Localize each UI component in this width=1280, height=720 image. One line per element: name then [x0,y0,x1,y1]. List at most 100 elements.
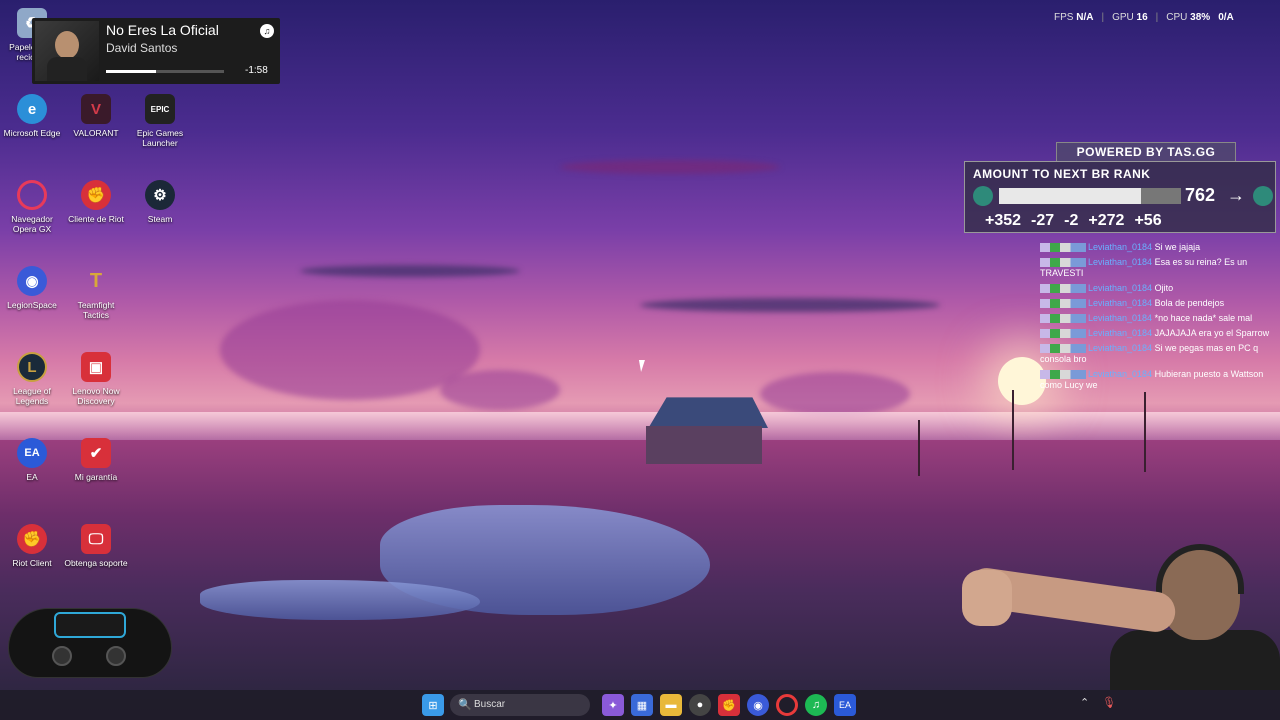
cloud [640,298,940,312]
powered-by-label: POWERED BY TAS.GG [1056,142,1236,162]
desktop-icon-opera-gx[interactable]: Navegador Opera GX [0,178,64,258]
chat-badges-icon [1040,314,1086,324]
pole [1012,390,1014,470]
rank-delta: +56 [1134,212,1162,229]
riot-icon[interactable]: ✊ [718,694,740,716]
track-artist: David Santos [106,41,178,55]
chat-username: Leviathan_0184 [1088,257,1153,267]
opera-icon[interactable] [776,694,798,716]
desktop-icon-riot-client-2[interactable]: ✊ Riot Client [0,522,64,602]
fps-value: N/A [1076,12,1094,23]
file-explorer-icon[interactable]: ▬ [660,694,682,716]
chat-username: Leviathan_0184 [1088,343,1153,353]
desktop-icon-riot-client[interactable]: ✊ Cliente de Riot [64,178,128,258]
chat-username: Leviathan_0184 [1088,328,1153,338]
rank-progress-bar [999,188,1181,204]
chat-overlay: Leviathan_0184 Si we jajaja Leviathan_01… [1040,242,1276,395]
desktop-icon-ea[interactable]: EA EA [0,436,64,516]
lol-icon: L [17,352,47,382]
headset-icon [1156,544,1244,594]
riot-client-icon: ✊ [17,524,47,554]
desktop-icon-valorant[interactable]: V VALORANT [64,92,128,172]
chat-text: Si we jajaja [1154,242,1201,252]
support-icon: 🖵 [81,524,111,554]
chat-message: Leviathan_0184 Si we jajaja [1040,242,1276,253]
chat-username: Leviathan_0184 [1088,283,1153,293]
windows-start-icon[interactable]: ⊞ [422,694,444,716]
taskbar: ⊞ 🔍 Buscar ✦ ▦ ▬ ● ✊ ◉ ♫ EA ⌃ 🎙 [0,690,1280,720]
gpu-label: GPU [1112,12,1134,23]
spotify-icon: ♫ [260,24,274,38]
desktop-icon-tft[interactable]: T Teamfight Tactics [64,264,128,344]
chat-message: Leviathan_0184 Bola de pendejos [1040,298,1276,309]
cpu-value: 38% [1190,12,1211,23]
chat-username: Leviathan_0184 [1088,298,1153,308]
streamer-hand [962,570,1012,626]
controller-input-overlay [8,598,172,690]
ea-icon: EA [17,438,47,468]
track-time-remaining: -1:58 [245,65,268,76]
legion-icon[interactable]: ◉ [747,694,769,716]
desktop-icon-warranty[interactable]: ✔ Mi garantía [64,436,128,516]
desktop-icon-legionspace[interactable]: ◉ LegionSpace [0,264,64,344]
chat-message: Leviathan_0184 Hubieran puesto a Wattson… [1040,369,1276,391]
chevron-up-icon[interactable]: ⌃ [1080,696,1089,709]
track-progress-bar [106,70,224,73]
rank-progress-widget: POWERED BY TAS.GG AMOUNT TO NEXT BR RANK… [964,142,1276,234]
performance-overlay: FPS N/A | GPU 16 | CPU 38% 0/A [1054,12,1234,23]
chat-username: Leviathan_0184 [1088,369,1153,379]
cloud [300,265,520,277]
chat-text: Ojito [1154,283,1174,293]
track-title: No Eres La Oficial [106,22,219,38]
rank-delta: -2 [1064,212,1079,229]
search-placeholder: Buscar [474,699,506,710]
desktop-icon-steam[interactable]: ⚙ Steam [128,178,192,258]
store-icon[interactable]: ▦ [631,694,653,716]
chat-message: Leviathan_0184 Ojito [1040,283,1276,294]
chat-message: Leviathan_0184 Si we pegas mas en PC q c… [1040,343,1276,365]
taskbar-search[interactable]: 🔍 Buscar [450,694,590,716]
desktop-icon-support[interactable]: 🖵 Obtenga soporte [64,522,128,602]
desktop-icon-lol[interactable]: L League of Legends [0,350,64,430]
ram-value: 0/A [1218,12,1234,23]
steam-icon: ⚙ [145,180,175,210]
lenovo-now-icon: ▣ [81,352,111,382]
warranty-icon: ✔ [81,438,111,468]
album-art [35,21,99,81]
left-stick [52,646,72,666]
copilot-icon[interactable]: ✦ [602,694,624,716]
rank-panel: AMOUNT TO NEXT BR RANK 762 → +352 -27 -2… [964,161,1276,233]
webcam-overlay [960,540,1280,690]
sun [998,357,1046,405]
epic-games-icon: EPIC [145,94,175,124]
riot-client-icon: ✊ [81,180,111,210]
cloud [560,160,780,174]
desktop-icon-edge[interactable]: e Microsoft Edge [0,92,64,172]
right-stick [106,646,126,666]
chat-badges-icon [1040,344,1086,354]
chat-username: Leviathan_0184 [1088,242,1153,252]
microphone-icon[interactable]: 🎙 [1102,696,1116,709]
obs-icon[interactable]: ● [689,694,711,716]
tree [918,420,920,476]
tft-icon: T [89,269,103,292]
chat-badges-icon [1040,284,1086,294]
chat-username: Leviathan_0184 [1088,313,1153,323]
next-rank-icon [1253,186,1273,206]
desktop-icon-lenovo-now[interactable]: ▣ Lenovo Now Discovery [64,350,128,430]
chat-badges-icon [1040,329,1086,339]
desktop-icon-epic-games[interactable]: EPIC Epic Games Launcher [128,92,192,172]
chat-text: *no hace nada* sale mal [1154,313,1253,323]
rank-delta: +352 [985,212,1022,229]
chat-message: Leviathan_0184 JAJAJAJA era yo el Sparro… [1040,328,1276,339]
legionspace-icon: ◉ [17,266,47,296]
arrow-right-icon: → [1227,185,1245,205]
cloud [440,370,560,410]
now-playing-widget[interactable]: No Eres La Oficial David Santos -1:58 ♫ [32,18,280,84]
spotify-icon[interactable]: ♫ [805,694,827,716]
chat-badges-icon [1040,299,1086,309]
cabin [638,394,768,464]
ea-app-icon[interactable]: EA [834,694,856,716]
tree [1144,392,1146,472]
current-rank-icon [973,186,993,206]
